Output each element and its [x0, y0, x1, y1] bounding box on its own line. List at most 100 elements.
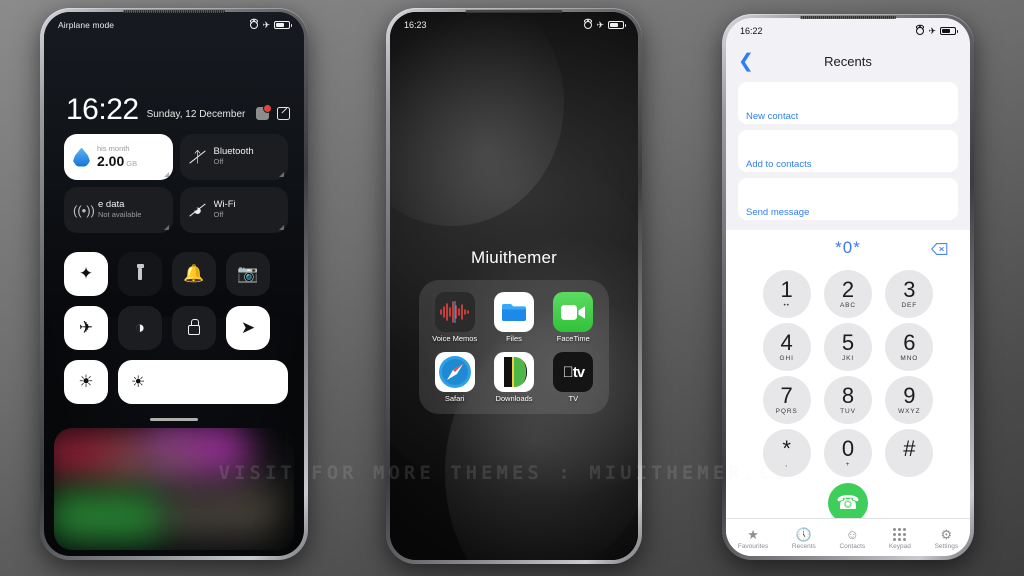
lockscreen-time: 16:22 [66, 93, 139, 126]
call-button[interactable]: ☎ [828, 483, 868, 523]
wifi-off-icon: ◕ [189, 203, 207, 218]
key-2[interactable]: 2 ABC [823, 270, 872, 318]
bluetooth-icon: ᛏ [189, 150, 207, 165]
tile-resize-corner [279, 172, 284, 177]
facetime-icon [553, 292, 594, 332]
tile-bluetooth[interactable]: ᛏ Bluetooth Off [179, 134, 288, 180]
app-badge-icon[interactable] [256, 104, 272, 120]
key-4[interactable]: 4 GHI [762, 323, 811, 371]
lockscreen-clock-row: 16:22 Sunday, 12 December [66, 93, 290, 126]
toggle-sound-effects[interactable]: ✦ [64, 252, 108, 296]
navigation-bar: ❮ Recents [726, 44, 970, 78]
key-3[interactable]: 3 DEF [885, 270, 934, 318]
phone2-screen: 16:23 ✈ Miuithemer Voice Memos Files Fac… [390, 12, 638, 560]
key-1[interactable]: 1 •• [762, 270, 811, 318]
clock-icon: 🕔 [795, 526, 812, 542]
app-voice-memos[interactable]: Voice Memos [429, 292, 480, 343]
app-label: FaceTime [556, 334, 590, 343]
status-icons: ✈ [584, 20, 626, 30]
toggle-grid: ✦ 🔔 📷 ✈ ◑ ➤ ☀ ☀ [64, 252, 288, 404]
status-time: 16:23 [404, 20, 427, 30]
tile-mobile-data[interactable]: ((•)) e data Not available [64, 187, 173, 233]
bluetooth-state: Off [213, 158, 224, 167]
lock-icon [188, 319, 200, 335]
wifi-title: Wi-Fi [213, 200, 236, 211]
key-6[interactable]: 6 MNO [885, 323, 934, 371]
app-folder[interactable]: Voice Memos Files FaceTime Safari Downlo… [419, 280, 609, 414]
status-icons: ✈ [916, 26, 958, 36]
tile-wifi[interactable]: ◕ Wi-Fi Off [179, 187, 288, 233]
key-7[interactable]: 7 PQRS [762, 376, 811, 424]
key-8[interactable]: 8 TUV [823, 376, 872, 424]
quick-tiles: his month 2.00 GB ᛏ Bluetooth Off ((•)) … [64, 134, 288, 233]
person-icon: ☺ [845, 526, 859, 542]
alarm-icon [584, 21, 593, 29]
status-icons: ✈ [250, 19, 292, 30]
notification-shade-blurred[interactable] [54, 428, 294, 550]
backspace-icon[interactable] [931, 242, 948, 255]
bluetooth-title: Bluetooth [213, 147, 254, 158]
phone1-screen: Airplane mode ✈ 16:22 Sunday, 12 Decembe… [44, 12, 304, 556]
status-time: 16:22 [740, 26, 763, 36]
phone-lockscreen-device: Airplane mode ✈ 16:22 Sunday, 12 Decembe… [40, 8, 308, 560]
toggle-row-1: ✦ 🔔 📷 [64, 252, 288, 296]
key-hash[interactable]: # [885, 429, 934, 477]
tile-data-usage[interactable]: his month 2.00 GB [64, 134, 173, 180]
data-usage-value: 2.00 GB [97, 153, 138, 170]
earpiece-speaker [465, 10, 563, 13]
safari-icon [434, 352, 475, 393]
airplane-icon: ✈ [262, 19, 270, 30]
app-tv[interactable]: tv TV [548, 352, 599, 403]
tab-label: Keypad [888, 543, 911, 550]
tab-settings[interactable]: ⚙ Settings [934, 527, 959, 551]
tile-resize-corner [163, 225, 169, 230]
app-downloads[interactable]: Downloads [488, 352, 539, 403]
key-5[interactable]: 5 JKI [823, 323, 872, 371]
brightness-row: ☀ ☀ [64, 360, 288, 404]
dial-keypad: 1 •• 2 ABC 3 DEF 4 GHI 5 JKI 6 MNO 7 PQRS 8 TUV … [726, 266, 970, 477]
keypad-grid-icon [893, 527, 907, 541]
key-9[interactable]: 9 WXYZ [885, 376, 934, 424]
tile-row-1: his month 2.00 GB ᛏ Bluetooth Off [64, 134, 288, 180]
toggle-auto-brightness[interactable]: ☀ [64, 360, 108, 404]
phone-dialer-device: 16:22 ✈ ❮ Recents New contact Add to con… [722, 14, 974, 560]
app-facetime[interactable]: FaceTime [548, 292, 599, 343]
key-0[interactable]: 0 + [823, 429, 872, 477]
tab-recents[interactable]: 🕔 Recents [791, 526, 816, 551]
phone3-screen: 16:22 ✈ ❮ Recents New contact Add to con… [726, 18, 970, 556]
alarm-icon [250, 21, 259, 29]
toggle-dark-mode[interactable]: ◑ [118, 306, 162, 350]
brightness-slider[interactable]: ☀ [118, 360, 288, 404]
mobile-data-state: Not available [98, 211, 142, 220]
action-send-message[interactable]: Send message [738, 178, 958, 220]
action-sheet: New contact Add to contacts Send message [738, 82, 958, 226]
tab-contacts[interactable]: ☺ Contacts [839, 526, 865, 551]
battery-icon [940, 27, 958, 35]
tab-label: Settings [934, 543, 959, 550]
app-safari[interactable]: Safari [429, 352, 480, 403]
phone2-status-bar: 16:23 ✈ [390, 12, 638, 38]
toggle-ringer[interactable]: 🔔 [172, 252, 216, 296]
tab-label: Recents [791, 543, 816, 550]
water-drop-icon [73, 147, 90, 167]
folder-app-grid: Voice Memos Files FaceTime Safari Downlo… [429, 292, 599, 404]
action-add-to-contacts[interactable]: Add to contacts [738, 130, 958, 172]
action-new-contact[interactable]: New contact [738, 82, 958, 124]
app-label: Voice Memos [432, 334, 478, 343]
toggle-screen-lock[interactable] [172, 306, 216, 350]
phone1-status-bar: Airplane mode ✈ [44, 12, 304, 38]
app-files[interactable]: Files [488, 292, 539, 343]
compose-icon[interactable] [277, 107, 290, 120]
toggle-camera[interactable]: 📷 [226, 252, 270, 296]
alarm-icon [916, 27, 925, 35]
tab-favourites[interactable]: ★ Favourites [738, 527, 768, 551]
toggle-location[interactable]: ➤ [226, 306, 270, 350]
call-button-row: ☎ [726, 483, 970, 523]
toggle-flashlight[interactable] [118, 252, 162, 296]
tab-keypad[interactable]: Keypad [889, 527, 911, 550]
toggle-airplane-mode[interactable]: ✈ [64, 306, 108, 350]
drag-handle[interactable] [150, 418, 198, 421]
voice-memos-icon [434, 292, 475, 332]
tile-row-2: ((•)) e data Not available ◕ Wi-Fi Off [64, 187, 288, 233]
key-star[interactable]: *, [762, 429, 811, 477]
